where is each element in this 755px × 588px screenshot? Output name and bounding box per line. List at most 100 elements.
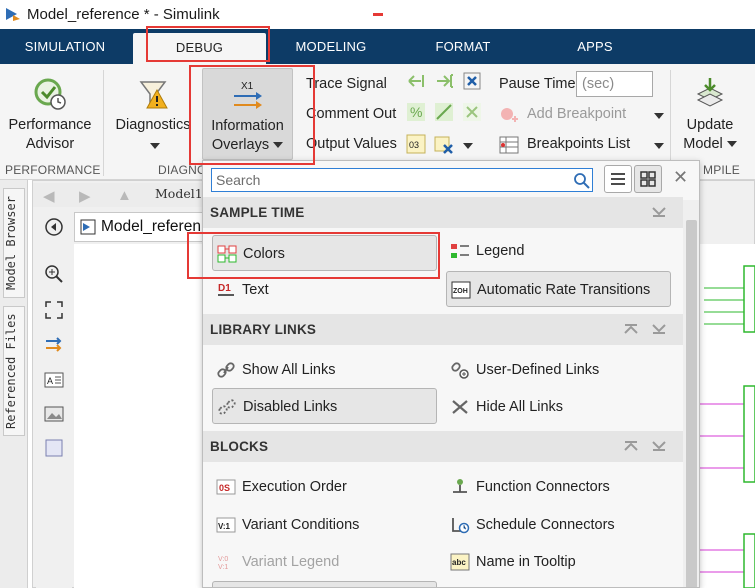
comment-through-icon[interactable] <box>434 102 454 122</box>
trace-signal-button[interactable]: Trace Signal <box>306 73 387 95</box>
signal-arrows-icon[interactable] <box>44 334 64 354</box>
search-icon[interactable] <box>573 172 590 189</box>
image-icon[interactable] <box>44 404 64 424</box>
search-input[interactable] <box>216 170 566 190</box>
collapse-chevron-icon[interactable] <box>652 322 666 336</box>
diagram-signals <box>700 265 755 588</box>
navigation-bar: ◀ ▶ ▲ Model1 <box>33 183 203 207</box>
search-field[interactable] <box>211 168 593 192</box>
grid-icon <box>640 171 656 187</box>
svg-text:D1: D1 <box>218 283 231 294</box>
breakpoints-list-button[interactable]: Breakpoints List <box>527 133 630 155</box>
name-tooltip-icon: abc <box>450 553 470 571</box>
back-arrow-icon[interactable]: ◀ <box>43 187 55 205</box>
overlay-variant-conditions-label: Variant Conditions <box>242 517 360 533</box>
trace-back-icon[interactable] <box>406 71 426 91</box>
tab-debug[interactable]: DEBUG <box>133 33 266 64</box>
section-compile-label: MPILE <box>703 163 741 177</box>
output-values-button[interactable]: Output Values <box>306 133 397 155</box>
list-view-button[interactable] <box>604 165 632 193</box>
tab-format[interactable]: FORMAT <box>396 29 530 64</box>
overlay-text[interactable]: D1 Text <box>212 272 437 308</box>
zoom-icon[interactable] <box>44 264 64 284</box>
information-overlays-panel: ✕ SAMPLE TIME Colors Legend D1 Text ZOH … <box>202 160 700 588</box>
trace-forward-icon[interactable] <box>434 71 454 91</box>
svg-text:%: % <box>410 104 422 120</box>
expand-chevron-icon[interactable] <box>624 322 638 336</box>
breadcrumb[interactable]: Model1 <box>155 186 203 201</box>
overlay-text-label: Text <box>242 282 269 298</box>
overlay-variant-legend: V:0 V:1 Variant Legend <box>212 544 437 580</box>
overlay-execution-order[interactable]: 0S Execution Order <box>212 469 437 505</box>
sample-time-text-icon: D1 <box>218 283 234 296</box>
model-icon <box>80 219 96 235</box>
overlay-hide-all-links[interactable]: Hide All Links <box>446 389 671 425</box>
tab-simulation[interactable]: SIMULATION <box>0 29 130 64</box>
overlay-disabled-links-button[interactable]: Disabled Links <box>212 388 437 424</box>
svg-text:abc: abc <box>452 558 466 567</box>
side-panel-tabs: Model Browser Referenced Files <box>0 180 28 588</box>
overlay-function-connectors[interactable]: Function Connectors <box>446 469 671 505</box>
overlay-variant-conditions[interactable]: V:1 Variant Conditions <box>212 507 437 543</box>
information-overlays-label-1: Information <box>211 118 284 134</box>
area-icon[interactable] <box>44 438 64 458</box>
scrollbar-thumb[interactable] <box>686 220 697 587</box>
model-tab[interactable]: Model_referen <box>74 212 214 242</box>
overlay-colors-label: Colors <box>243 246 285 262</box>
chevron-down-icon[interactable] <box>463 143 473 149</box>
overlay-name-in-tooltip[interactable]: abc Name in Tooltip <box>446 544 671 580</box>
overlay-user-defined-links[interactable]: User-Defined Links <box>446 352 671 388</box>
tab-modeling[interactable]: MODELING <box>266 29 396 64</box>
overlay-legend[interactable]: Legend <box>446 233 671 269</box>
hide-show-explorer-icon[interactable] <box>44 217 64 237</box>
overlay-scrollbar[interactable] <box>683 200 699 587</box>
annotation-icon[interactable]: A <box>44 370 64 390</box>
variant-conditions-icon: V:1 <box>216 517 236 533</box>
section-diagnostics-label: DIAGNO <box>158 163 207 177</box>
overlay-schedule-connectors[interactable]: Schedule Connectors <box>446 507 671 543</box>
overlay-legend-label: Legend <box>476 243 525 259</box>
overlay-show-all-links[interactable]: Show All Links <box>212 352 437 388</box>
canvas-palette: A <box>36 208 72 588</box>
execution-order-icon: 0S <box>216 479 236 495</box>
overlay-next-button[interactable] <box>212 581 437 587</box>
breakpoints-list-icon[interactable] <box>499 135 519 155</box>
pause-time-placeholder: (sec) <box>582 76 615 92</box>
fit-to-view-icon[interactable] <box>44 300 64 320</box>
update-model-button[interactable]: Update Model <box>675 68 745 160</box>
pause-time-input[interactable]: (sec) <box>576 71 653 97</box>
comment-out-button[interactable]: Comment Out <box>306 103 396 125</box>
collapse-chevron-icon[interactable] <box>652 439 666 453</box>
clear-trace-icon[interactable] <box>462 71 482 91</box>
output-values-options-icon[interactable] <box>434 134 454 154</box>
uncomment-icon[interactable] <box>462 102 482 122</box>
chevron-down-icon[interactable] <box>654 143 664 149</box>
tab-referenced-files[interactable]: Referenced Files <box>3 306 25 436</box>
performance-advisor-button[interactable]: Performance Advisor <box>4 68 96 160</box>
collapse-chevron-icon[interactable] <box>652 205 666 219</box>
rate-transition-icon: ZOH <box>451 281 471 299</box>
performance-advisor-label-1: Performance <box>8 117 92 133</box>
information-overlays-button[interactable]: X1 Information Overlays <box>202 68 293 160</box>
tab-apps[interactable]: APPS <box>530 29 660 64</box>
svg-text:A: A <box>47 376 53 386</box>
model-name: Model_referen <box>101 218 201 235</box>
chevron-down-icon[interactable] <box>654 113 664 119</box>
tab-model-browser[interactable]: Model Browser <box>3 188 25 298</box>
overlay-colors-button[interactable]: Colors <box>212 235 437 271</box>
information-overlays-label-2: Overlays <box>211 137 270 153</box>
close-icon[interactable]: ✕ <box>673 167 688 188</box>
title-bar: Model_reference * - Simulink <box>0 0 755 29</box>
comment-out-icon[interactable]: % <box>406 102 426 122</box>
up-arrow-icon[interactable]: ▲ <box>117 187 132 204</box>
forward-arrow-icon[interactable]: ▶ <box>79 187 91 205</box>
overlay-automatic-rate-transitions-button[interactable]: ZOH Automatic Rate Transitions <box>446 271 671 307</box>
update-model-label-2: Model <box>683 136 723 152</box>
diagnostics-button[interactable]: Diagnostics <box>110 68 196 160</box>
output-values-icon[interactable]: X103 <box>406 134 426 154</box>
section-library-links: LIBRARY LINKS <box>203 314 683 345</box>
svg-text:X1: X1 <box>241 81 254 92</box>
grid-view-button[interactable] <box>634 165 662 193</box>
performance-advisor-icon <box>34 78 66 110</box>
expand-chevron-icon[interactable] <box>624 439 638 453</box>
